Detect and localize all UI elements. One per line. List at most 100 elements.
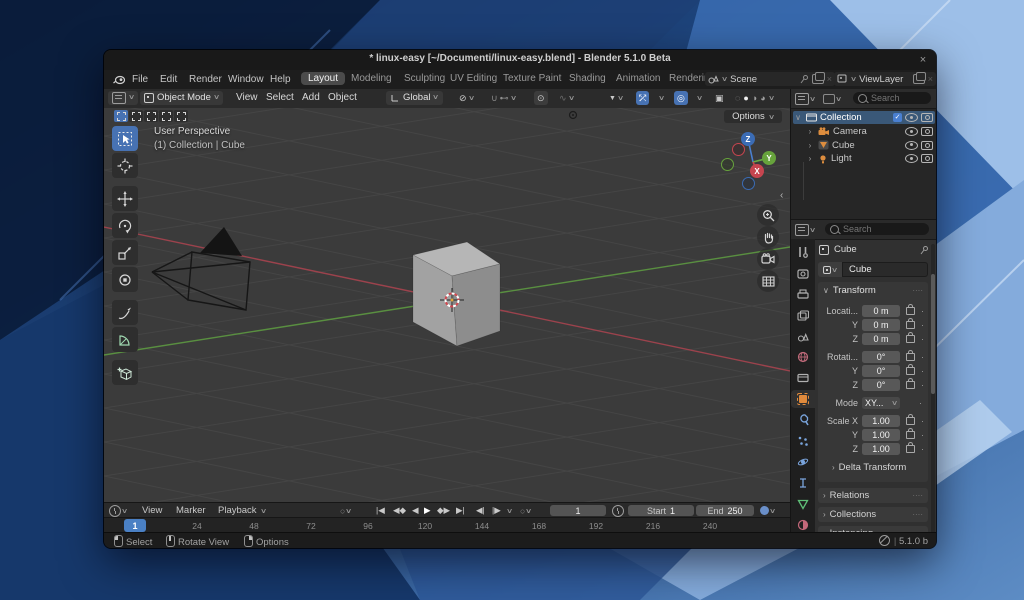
animate-dot-icon[interactable]: · bbox=[921, 416, 924, 426]
tab-constraints[interactable] bbox=[791, 474, 815, 492]
light-object[interactable] bbox=[570, 112, 577, 119]
collection-checkbox[interactable]: ✓ bbox=[893, 113, 902, 122]
rotation-z-field[interactable]: 0° bbox=[862, 379, 900, 391]
outliner-row-collection[interactable]: ∨ Collection ✓ bbox=[793, 111, 935, 124]
timeline-editor-type-button[interactable]: ∨ bbox=[109, 505, 127, 516]
prev-keyframe-button[interactable]: ◀◆ bbox=[393, 505, 406, 516]
menu-add[interactable]: Add bbox=[302, 92, 320, 103]
collection-name[interactable]: Collection bbox=[820, 112, 890, 123]
expand-icon[interactable]: › bbox=[805, 127, 815, 136]
hide-eye-icon[interactable] bbox=[905, 141, 918, 150]
close-icon[interactable]: × bbox=[916, 53, 930, 67]
expand-icon[interactable]: › bbox=[805, 154, 815, 163]
select-mode-invert-icon[interactable] bbox=[159, 110, 173, 122]
xray-toggle[interactable]: ▣ bbox=[712, 91, 727, 105]
tool-cursor[interactable] bbox=[112, 153, 138, 178]
timeline-menu-playback[interactable]: Playback ∨ bbox=[218, 505, 266, 516]
frame-back-button[interactable]: ◀| bbox=[476, 505, 485, 516]
select-mode-subtract-icon[interactable] bbox=[144, 110, 158, 122]
options-button[interactable]: Options ∨ bbox=[724, 110, 782, 123]
jump-to-start-button[interactable]: |◀ bbox=[376, 505, 385, 516]
animate-dot-icon[interactable]: · bbox=[921, 334, 924, 344]
outliner-search[interactable] bbox=[853, 92, 931, 104]
lock-icon[interactable] bbox=[906, 307, 915, 315]
lock-icon[interactable] bbox=[906, 335, 915, 343]
material-shading-icon[interactable]: ◑ bbox=[752, 93, 757, 103]
menu-render[interactable]: Render bbox=[185, 73, 226, 86]
gizmo-y-neg-axis[interactable] bbox=[721, 158, 734, 171]
playback-sync-dropdown[interactable]: ∨ bbox=[760, 505, 775, 516]
scene-name[interactable]: Scene bbox=[730, 74, 757, 85]
panel-grip-icon[interactable]: ···· bbox=[912, 510, 923, 519]
tool-annotate[interactable] bbox=[112, 300, 138, 325]
disable-render-icon[interactable] bbox=[921, 154, 933, 163]
frame-step-dropdown[interactable]: ∨ bbox=[507, 505, 512, 516]
tab-object[interactable] bbox=[791, 390, 815, 408]
outliner-filter-button[interactable]: ∨ bbox=[823, 93, 841, 104]
lock-icon[interactable] bbox=[906, 381, 915, 389]
outliner-editor-type-button[interactable]: ∨ bbox=[795, 93, 815, 104]
gizmo-z-neg-axis[interactable] bbox=[742, 177, 755, 190]
solid-shading-icon[interactable]: ● bbox=[743, 93, 748, 103]
frame-start-field[interactable]: Start 1 bbox=[628, 505, 694, 516]
lock-icon[interactable] bbox=[906, 431, 915, 439]
viewport-canvas[interactable]: User Perspective (1) Collection | Cube bbox=[104, 108, 790, 502]
pivot-point-dropdown[interactable]: ⊘ ∨ bbox=[456, 91, 477, 105]
workspace-tab-shading[interactable]: Shading bbox=[562, 72, 613, 85]
view-layer-selector[interactable]: ∨ ViewLayer × bbox=[834, 72, 936, 86]
chevron-down-icon[interactable]: ∨ bbox=[721, 75, 728, 83]
jump-to-end-button[interactable]: ▶| bbox=[456, 505, 465, 516]
light-name[interactable]: Light bbox=[831, 153, 902, 164]
tool-measure[interactable] bbox=[112, 327, 138, 352]
gizmo-x-neg-axis[interactable] bbox=[732, 143, 745, 156]
timeline-menu-view[interactable]: View bbox=[142, 505, 162, 516]
viewport-scene[interactable] bbox=[104, 108, 790, 502]
hide-eye-icon[interactable] bbox=[905, 113, 918, 122]
remove-view-layer-icon[interactable]: × bbox=[928, 74, 933, 84]
animate-dot-icon[interactable]: · bbox=[921, 444, 924, 454]
animate-dot-icon[interactable]: · bbox=[921, 352, 924, 362]
outliner-row-camera[interactable]: › Camera bbox=[793, 125, 935, 138]
tab-world[interactable] bbox=[791, 348, 815, 366]
toggle-ortho-button[interactable] bbox=[757, 270, 779, 292]
panel-grip-icon[interactable]: ···· bbox=[912, 286, 923, 295]
breadcrumb-object[interactable]: Cube bbox=[834, 244, 857, 255]
tab-particles[interactable] bbox=[791, 432, 815, 450]
play-button[interactable]: ▶ bbox=[424, 505, 431, 516]
chevron-down-icon[interactable]: ∨ bbox=[768, 94, 775, 102]
pin-icon[interactable] bbox=[920, 245, 929, 255]
tool-add-cube[interactable] bbox=[112, 360, 138, 385]
panel-collections[interactable]: › Collections ···· bbox=[818, 507, 928, 522]
menu-window[interactable]: Window bbox=[224, 73, 268, 86]
current-frame-field[interactable]: 1 bbox=[550, 505, 606, 516]
select-mode-extend-icon[interactable] bbox=[129, 110, 143, 122]
wireframe-shading-icon[interactable]: ◌ bbox=[735, 93, 740, 103]
gizmo-z-axis[interactable]: Z bbox=[741, 132, 755, 146]
camera-view-button[interactable] bbox=[757, 248, 779, 270]
scale-x-field[interactable]: 1.00 bbox=[862, 415, 900, 427]
hide-eye-icon[interactable] bbox=[905, 154, 918, 163]
lock-icon[interactable] bbox=[906, 417, 915, 425]
cube-name[interactable]: Cube bbox=[832, 140, 902, 151]
next-keyframe-button[interactable]: ◆▶ bbox=[437, 505, 450, 516]
timeline-menu-marker[interactable]: Marker bbox=[176, 505, 206, 516]
workspace-tab-animation[interactable]: Animation bbox=[609, 72, 667, 85]
rendered-shading-icon[interactable]: ◕ bbox=[760, 93, 765, 103]
properties-scrollbar[interactable] bbox=[931, 244, 935, 534]
animate-dot-icon[interactable]: · bbox=[919, 398, 922, 408]
tab-physics[interactable] bbox=[791, 453, 815, 471]
animate-dot-icon[interactable]: · bbox=[921, 430, 924, 440]
camera-name[interactable]: Camera bbox=[833, 126, 902, 137]
rotation-x-field[interactable]: 0° bbox=[862, 351, 900, 363]
lock-icon[interactable] bbox=[906, 321, 915, 329]
view-layer-name[interactable]: ViewLayer bbox=[859, 74, 903, 85]
playhead[interactable]: 1 bbox=[124, 519, 146, 532]
object-type-dropdown[interactable]: ∨ bbox=[818, 262, 842, 277]
scene-selector[interactable]: ∨ Scene × bbox=[705, 72, 835, 86]
scale-y-field[interactable]: 1.00 bbox=[862, 429, 900, 441]
panel-relations[interactable]: › Relations ···· bbox=[818, 488, 928, 503]
tab-view-layer[interactable] bbox=[791, 306, 815, 324]
lock-icon[interactable] bbox=[906, 445, 915, 453]
tab-render[interactable] bbox=[791, 264, 815, 282]
title-bar[interactable]: * linux-easy [~/Documenti/linux-easy.ble… bbox=[104, 50, 936, 70]
